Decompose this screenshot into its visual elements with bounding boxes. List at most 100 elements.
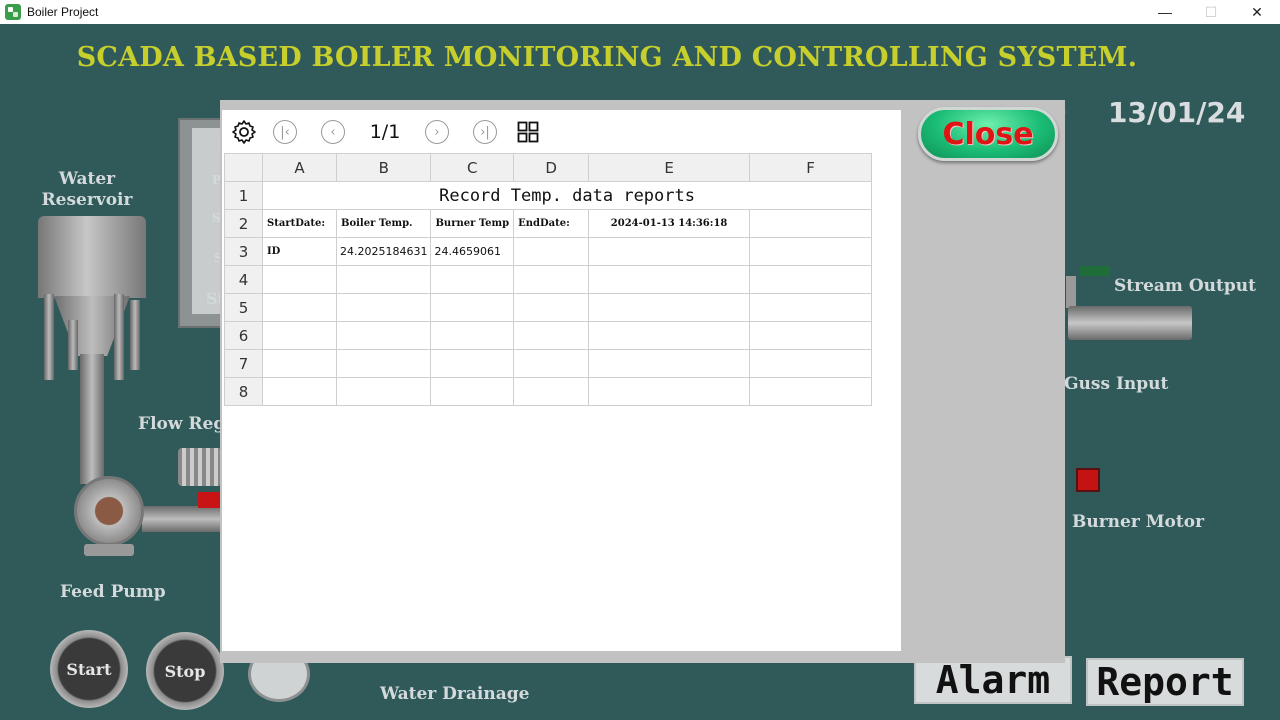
- table-row: 2 StartDate: Boiler Temp. Burner Temp En…: [224, 209, 873, 238]
- table-cell: [513, 349, 590, 378]
- window-title: Boiler Project: [27, 5, 99, 19]
- gear-icon[interactable]: [230, 116, 258, 148]
- table-cell: [513, 321, 590, 350]
- corner-cell: [224, 153, 263, 182]
- table-cell: [335, 321, 432, 350]
- table-cell: [335, 265, 432, 294]
- close-window-button[interactable]: ✕: [1234, 0, 1280, 24]
- table-cell: [262, 321, 337, 350]
- close-report-button[interactable]: Close: [918, 107, 1058, 161]
- stream-output-label: Stream Output: [1114, 276, 1256, 296]
- alarm-button[interactable]: Alarm: [914, 656, 1072, 704]
- table-cell: [262, 377, 337, 406]
- table-cell: [335, 293, 432, 322]
- table-row: 6: [224, 321, 873, 350]
- minimize-button[interactable]: —: [1142, 0, 1188, 24]
- tank-leg: [68, 320, 78, 370]
- table-cell: ID: [262, 237, 337, 266]
- table-cell: [749, 321, 873, 350]
- burner-motor-indicator: [1076, 468, 1100, 492]
- window-titlebar: Boiler Project — ☐ ✕: [0, 0, 1280, 24]
- table-cell: [430, 293, 515, 322]
- table-row: 8: [224, 377, 873, 406]
- grid-view-icon[interactable]: [516, 116, 540, 148]
- table-cell: [749, 237, 873, 266]
- report-title: Record Temp. data reports: [261, 181, 873, 210]
- table-cell: [588, 237, 751, 266]
- page-indicator: 1/1: [369, 121, 401, 143]
- stream-valve: [1066, 276, 1076, 308]
- water-reservoir-label: Water Reservoir: [41, 169, 133, 210]
- tank-leg: [130, 300, 140, 370]
- column-header: B: [335, 153, 432, 182]
- app-icon: [5, 4, 21, 20]
- row-header: 1: [224, 181, 263, 210]
- column-header: A: [262, 153, 337, 182]
- report-table: A B C D E F 1 Record Temp. data reports …: [224, 153, 873, 406]
- table-cell: [749, 209, 873, 238]
- burner-motor-label: Burner Motor: [1072, 512, 1205, 532]
- stream-valve-handle: [1080, 266, 1110, 276]
- next-page-icon[interactable]: ›: [424, 116, 450, 148]
- tank-leg: [114, 294, 124, 380]
- tank-leg: [44, 294, 54, 380]
- row-header: 2: [224, 209, 263, 238]
- table-cell: [749, 265, 873, 294]
- row-header: 8: [224, 377, 263, 406]
- column-header: C: [430, 153, 515, 182]
- report-button[interactable]: Report: [1086, 658, 1244, 706]
- stop-button[interactable]: Stop: [146, 632, 224, 710]
- table-cell: [262, 265, 337, 294]
- first-page-icon[interactable]: |‹: [272, 116, 298, 148]
- table-cell: [588, 265, 751, 294]
- guss-input-label: Guss Input: [1064, 374, 1169, 394]
- window-controls: — ☐ ✕: [1142, 0, 1280, 24]
- table-cell: 24.2025184631: [335, 237, 432, 266]
- feed-pump[interactable]: [74, 476, 144, 546]
- table-cell: [749, 293, 873, 322]
- table-cell: StartDate:: [262, 209, 337, 238]
- flow-regulator-valve[interactable]: [178, 448, 222, 486]
- table-cell: [335, 377, 432, 406]
- prev-page-icon[interactable]: ‹: [320, 116, 346, 148]
- column-header: D: [513, 153, 590, 182]
- table-row: 3 ID 24.2025184631 24.4659061: [224, 237, 873, 266]
- table-row: 4: [224, 265, 873, 294]
- report-viewer: |‹ ‹ 1/1 › ›| A B C D E F 1 Record Temp.…: [222, 110, 901, 651]
- table-row: 1 Record Temp. data reports: [224, 181, 873, 210]
- report-toolbar: |‹ ‹ 1/1 › ›|: [222, 116, 552, 148]
- row-header: 3: [224, 237, 263, 266]
- table-cell: 24.4659061: [430, 237, 515, 266]
- table-cell: Burner Temp: [430, 209, 515, 238]
- feed-pump-label: Feed Pump: [60, 582, 166, 602]
- last-page-icon[interactable]: ›|: [472, 116, 498, 148]
- table-cell: [262, 293, 337, 322]
- column-header: F: [749, 153, 873, 182]
- column-header: E: [588, 153, 751, 182]
- table-row: 5: [224, 293, 873, 322]
- date-display: 13/01/24: [1108, 96, 1246, 129]
- table-cell: [588, 349, 751, 378]
- column-header-row: A B C D E F: [224, 153, 873, 182]
- table-cell: [430, 265, 515, 294]
- table-cell: [335, 349, 432, 378]
- table-cell: [430, 349, 515, 378]
- row-header: 5: [224, 293, 263, 322]
- table-row: 7: [224, 349, 873, 378]
- table-cell: [430, 377, 515, 406]
- table-cell: Boiler Temp.: [335, 209, 432, 238]
- table-cell: [513, 265, 590, 294]
- table-cell: [513, 293, 590, 322]
- page-title: SCADA BASED BOILER MONITORING AND CONTRO…: [76, 42, 1138, 73]
- table-cell: 2024-01-13 14:36:18: [588, 209, 751, 238]
- maximize-button[interactable]: ☐: [1188, 0, 1234, 24]
- feed-pump-base: [84, 544, 134, 556]
- stream-output-pipe: [1068, 306, 1192, 340]
- row-header: 4: [224, 265, 263, 294]
- table-cell: [749, 377, 873, 406]
- flow-regulator-label: Flow Reg: [138, 414, 226, 434]
- reservoir-pipe: [80, 354, 104, 484]
- table-cell: [749, 349, 873, 378]
- start-button[interactable]: Start: [50, 630, 128, 708]
- flow-regulator-indicator: [198, 492, 222, 508]
